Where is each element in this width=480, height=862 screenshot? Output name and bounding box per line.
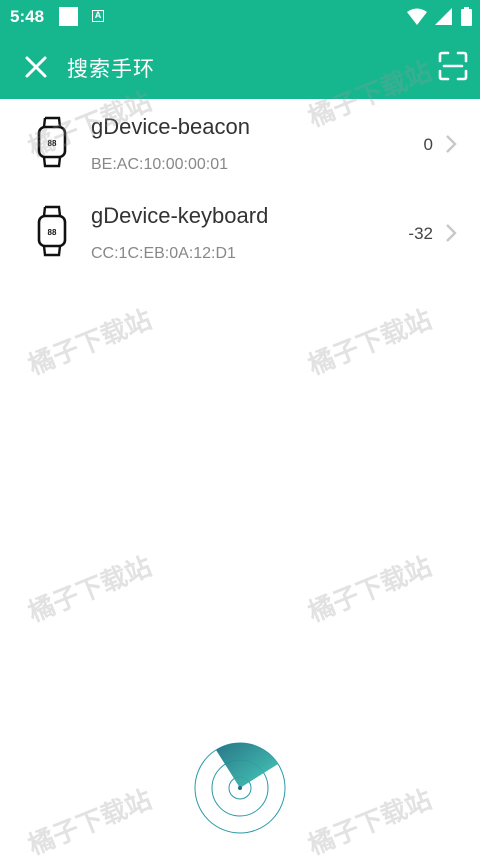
wifi-icon <box>407 8 427 25</box>
smart-band-icon: 88 <box>37 116 67 168</box>
device-row[interactable]: 88 gDevice-beacon BE:AC:10:00:00:01 0 <box>0 99 480 188</box>
watermark: 橘子下载站 <box>304 304 437 382</box>
scan-icon[interactable] <box>438 51 468 81</box>
app-bar: 搜索手环 <box>0 33 480 99</box>
page-title: 搜索手环 <box>67 57 155 81</box>
signal-icon <box>435 7 452 25</box>
radar-scan-icon <box>194 742 286 834</box>
status-time: 5:48 <box>10 7 45 26</box>
watermark: 橘子下载站 <box>304 784 437 862</box>
device-list: 88 gDevice-beacon BE:AC:10:00:00:01 0 88… <box>0 99 480 277</box>
svg-text:88: 88 <box>48 228 57 237</box>
device-mac: BE:AC:10:00:00:01 <box>91 156 228 173</box>
device-rssi: 0 <box>423 135 433 154</box>
watermark: 橘子下载站 <box>24 784 157 862</box>
device-name: gDevice-beacon <box>91 114 250 139</box>
device-rssi: -32 <box>408 224 433 243</box>
status-bar: 5:48 A <box>0 0 480 33</box>
white-square-icon <box>59 7 78 26</box>
chevron-right-icon <box>446 135 457 153</box>
device-mac: CC:1C:EB:0A:12:D1 <box>91 245 236 262</box>
battery-icon <box>461 7 472 26</box>
watermark: 橘子下载站 <box>24 551 157 629</box>
chevron-right-icon <box>446 224 457 242</box>
device-name: gDevice-keyboard <box>91 203 269 228</box>
status-icons <box>407 7 472 26</box>
device-row[interactable]: 88 gDevice-keyboard CC:1C:EB:0A:12:D1 -3… <box>0 188 480 277</box>
smart-band-icon: 88 <box>37 205 67 257</box>
watermark: 橘子下载站 <box>24 304 157 382</box>
watermark: 橘子下载站 <box>304 551 437 629</box>
svg-text:88: 88 <box>48 139 57 148</box>
close-icon[interactable] <box>22 53 50 81</box>
a-box-icon: A <box>92 10 104 22</box>
